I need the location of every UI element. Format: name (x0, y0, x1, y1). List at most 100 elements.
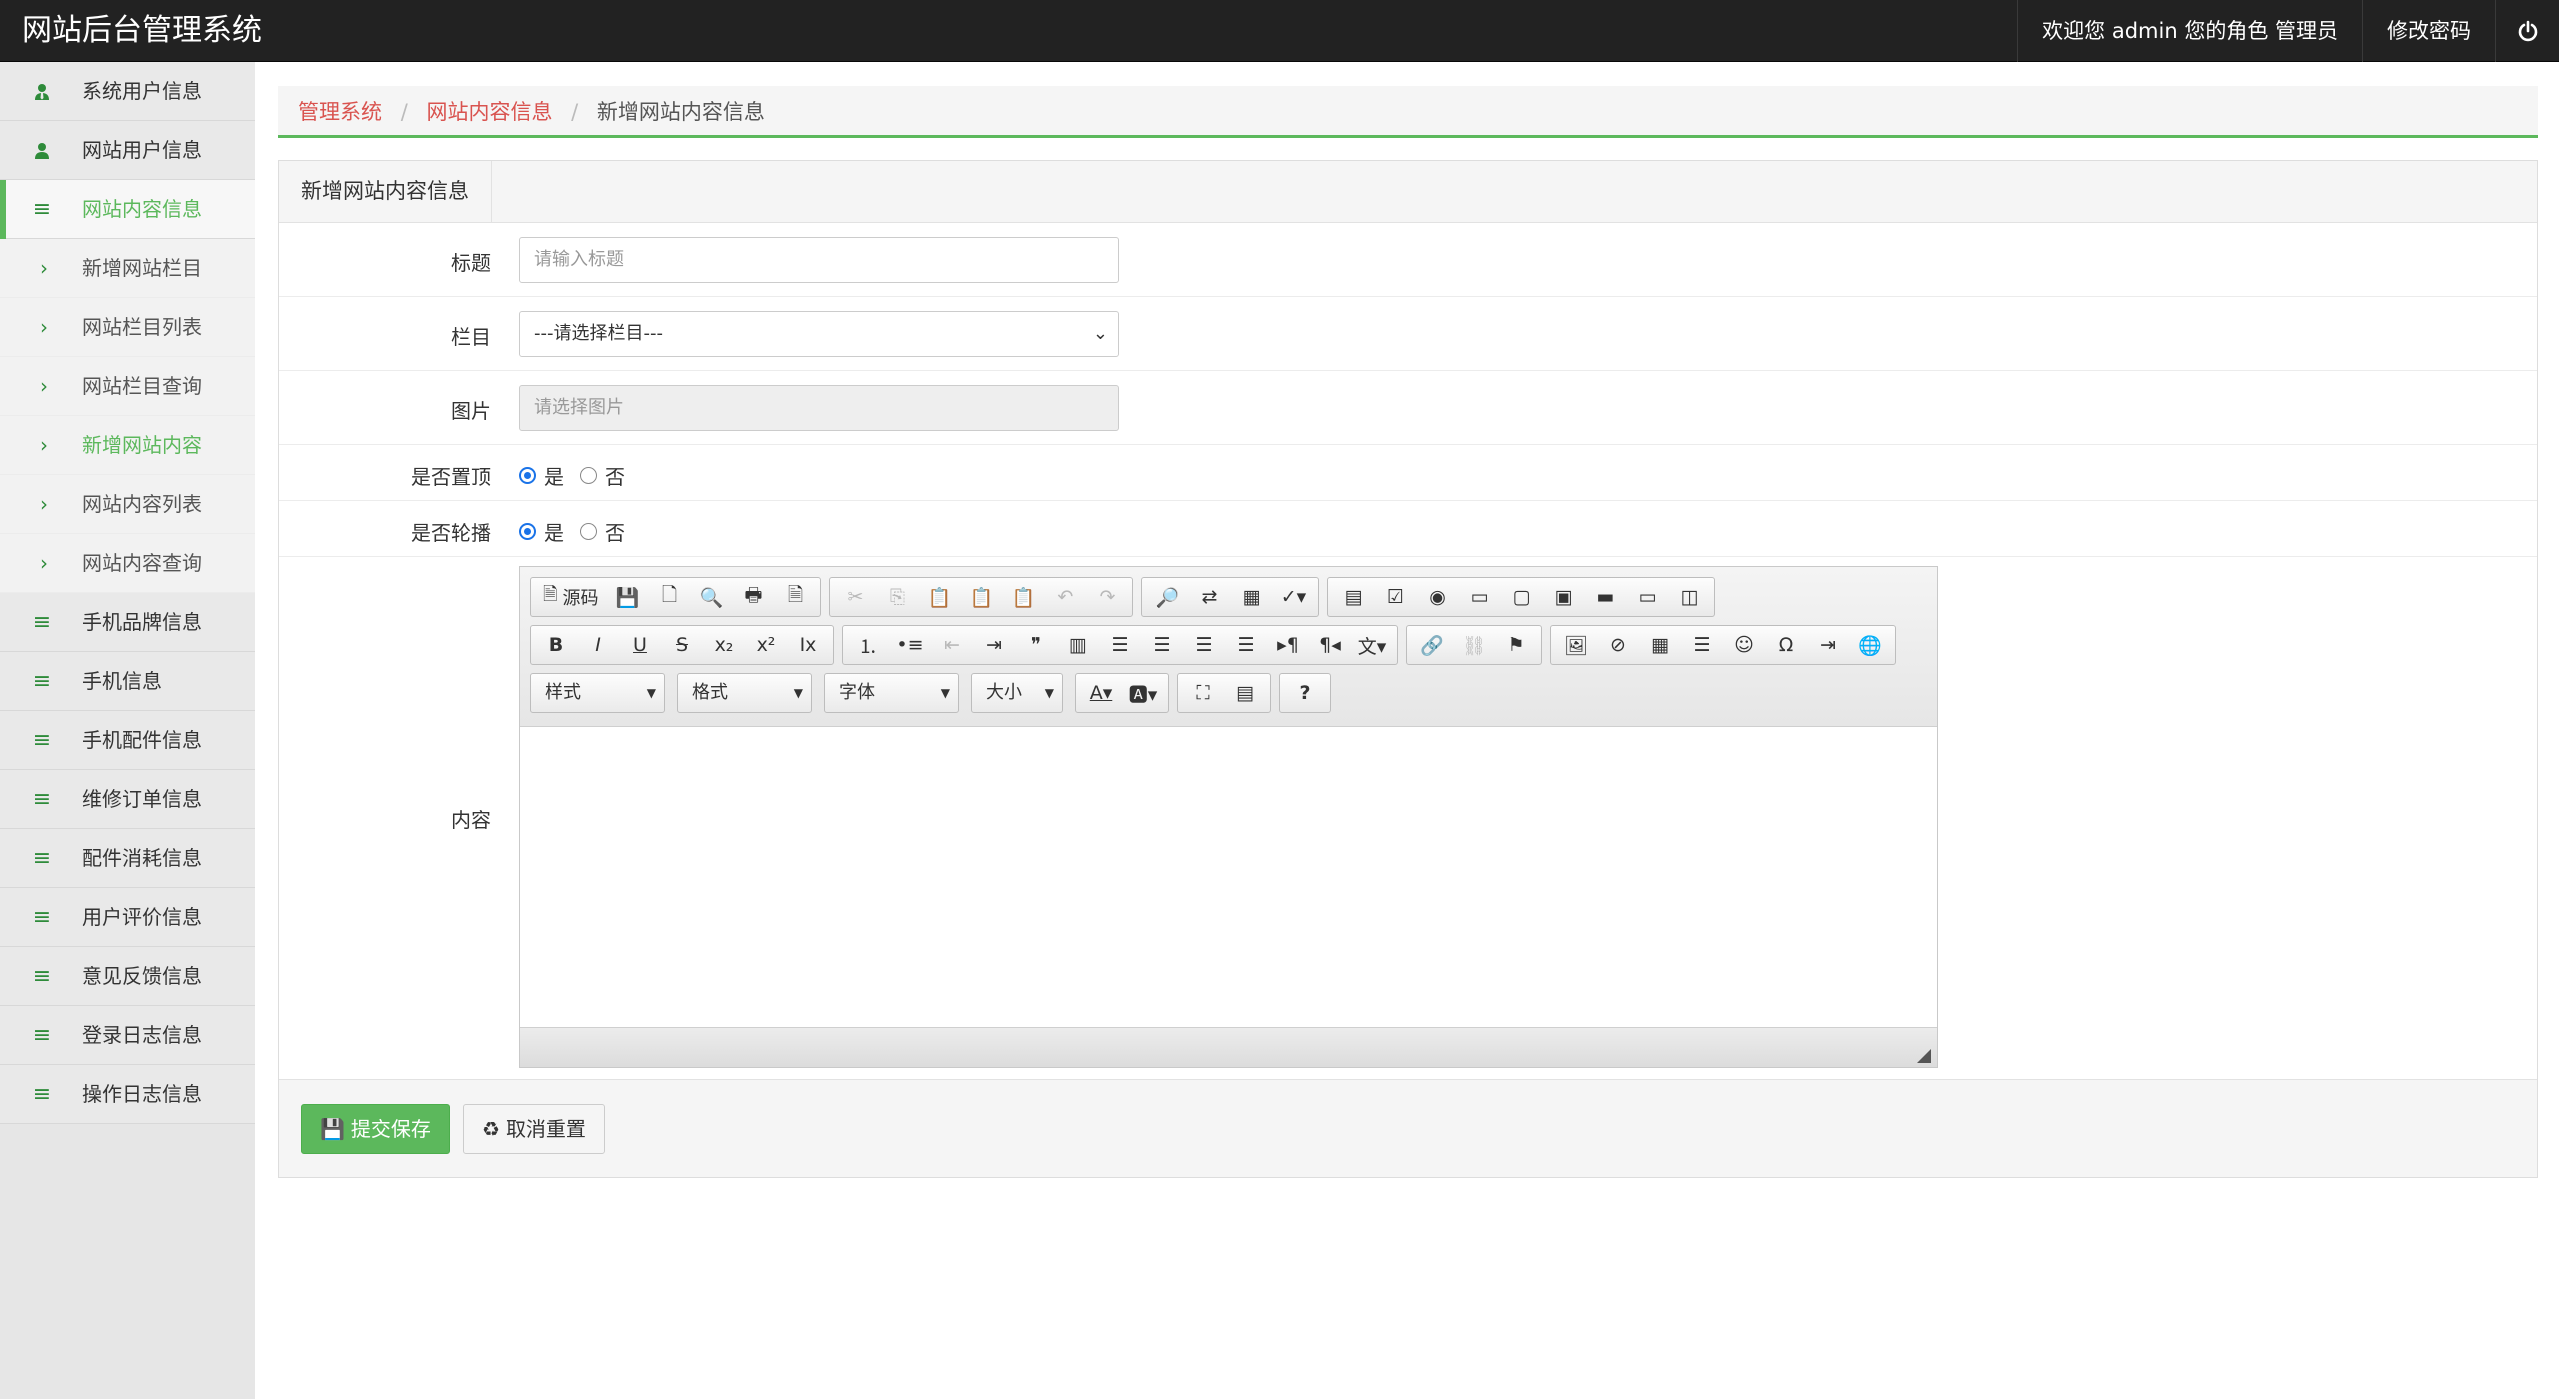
column-select[interactable]: ---请选择栏目--- ⌄ (519, 311, 1119, 357)
sidebar-item-phone-parts[interactable]: ≡ 手机配件信息 (0, 711, 255, 770)
sidebar-subitem-content-query[interactable]: › 网站内容查询 (0, 534, 255, 593)
copy-icon[interactable]: ⎘ (876, 579, 918, 615)
save-icon[interactable]: 💾 (606, 579, 648, 615)
align-right-icon[interactable]: ☰ (1183, 627, 1225, 663)
submit-save-button[interactable]: 💾 提交保存 (301, 1104, 450, 1154)
maximize-icon[interactable]: ⛶ (1182, 675, 1224, 711)
sidebar-subitem-column-query[interactable]: › 网站栏目查询 (0, 357, 255, 416)
button-field-icon[interactable]: ▬ (1584, 579, 1626, 615)
spellcheck-icon[interactable]: ✓▾ (1272, 579, 1314, 615)
rtl-icon[interactable]: ¶◂ (1309, 627, 1351, 663)
strike-icon[interactable]: S (661, 627, 703, 663)
carousel-no-radio[interactable] (580, 523, 597, 540)
font-combo[interactable]: 字体 ▼ (824, 673, 959, 713)
anchor-icon[interactable]: ⚑ (1495, 627, 1537, 663)
select-field-icon[interactable]: ▣ (1542, 579, 1584, 615)
underline-icon[interactable]: U (619, 627, 661, 663)
redo-icon[interactable]: ↷ (1086, 579, 1128, 615)
justify-icon[interactable]: ☰ (1225, 627, 1267, 663)
sidebar-item-system-user[interactable]: 系统用户信息 (0, 62, 255, 121)
editor-content-area[interactable] (520, 727, 1937, 1028)
sidebar-item-parts-consumption[interactable]: ≡ 配件消耗信息 (0, 829, 255, 888)
create-div-icon[interactable]: ▥ (1057, 627, 1099, 663)
smiley-icon[interactable]: ☺ (1723, 627, 1765, 663)
brand-title[interactable]: 网站后台管理系统 (22, 0, 262, 62)
sidebar-subitem-column-list[interactable]: › 网站栏目列表 (0, 298, 255, 357)
templates-icon[interactable]: 🗎 (774, 579, 816, 615)
text-color-icon[interactable]: A▾ (1080, 675, 1122, 711)
sidebar-item-phone-brand[interactable]: ≡ 手机品牌信息 (0, 593, 255, 652)
iframe-icon[interactable]: 🌐 (1849, 627, 1891, 663)
blockquote-icon[interactable]: ❞ (1015, 627, 1057, 663)
link-icon[interactable]: 🔗 (1411, 627, 1453, 663)
find-icon[interactable]: 🔎 (1146, 579, 1188, 615)
top-yes-radio[interactable] (519, 467, 536, 484)
indent-icon[interactable]: ⇥ (973, 627, 1015, 663)
textarea-icon[interactable]: ▢ (1500, 579, 1542, 615)
top-no-radio[interactable] (580, 467, 597, 484)
image-input[interactable]: 请选择图片 (519, 385, 1119, 431)
resize-grip-icon[interactable] (1917, 1049, 1931, 1063)
cancel-reset-button[interactable]: ♻ 取消重置 (463, 1104, 605, 1154)
bulleted-list-icon[interactable]: •≡ (889, 627, 931, 663)
sidebar-item-feedback[interactable]: ≡ 意见反馈信息 (0, 947, 255, 1006)
sidebar-subitem-add-content[interactable]: › 新增网站内容 (0, 416, 255, 475)
logout-button[interactable] (2495, 0, 2559, 62)
sidebar-item-site-content[interactable]: ≡ 网站内容信息 (0, 180, 255, 239)
flash-icon[interactable]: ⊘ (1597, 627, 1639, 663)
sidebar-item-repair-order[interactable]: ≡ 维修订单信息 (0, 770, 255, 829)
align-left-icon[interactable]: ☰ (1099, 627, 1141, 663)
subscript-icon[interactable]: x₂ (703, 627, 745, 663)
page-break-icon[interactable]: ⇥ (1807, 627, 1849, 663)
sidebar-subitem-content-list[interactable]: › 网站内容列表 (0, 475, 255, 534)
select-all-icon[interactable]: ▦ (1230, 579, 1272, 615)
bg-color-icon[interactable]: 🅰▾ (1122, 675, 1164, 711)
replace-icon[interactable]: ⇄ (1188, 579, 1230, 615)
textfield-icon[interactable]: ▭ (1458, 579, 1500, 615)
bold-icon[interactable]: B (535, 627, 577, 663)
paste-word-icon[interactable]: 📋 (1002, 579, 1044, 615)
breadcrumb-link-system[interactable]: 管理系统 (298, 100, 382, 124)
change-password-link[interactable]: 修改密码 (2362, 0, 2495, 62)
format-combo[interactable]: 格式 ▼ (677, 673, 812, 713)
paste-text-icon[interactable]: 📋 (960, 579, 1002, 615)
table-icon[interactable]: ▦ (1639, 627, 1681, 663)
checkbox-icon[interactable]: ☑ (1374, 579, 1416, 615)
remove-format-icon[interactable]: Ix (787, 627, 829, 663)
numbered-list-icon[interactable]: ⒈ (847, 627, 889, 663)
horizontal-rule-icon[interactable]: ☰ (1681, 627, 1723, 663)
styles-combo[interactable]: 样式 ▼ (530, 673, 665, 713)
cut-icon[interactable]: ✂ (834, 579, 876, 615)
italic-icon[interactable]: I (577, 627, 619, 663)
preview-icon[interactable]: 🔍 (690, 579, 732, 615)
superscript-icon[interactable]: x² (745, 627, 787, 663)
undo-icon[interactable]: ↶ (1044, 579, 1086, 615)
new-page-icon[interactable]: 🗋 (648, 579, 690, 615)
form-icon[interactable]: ▤ (1332, 579, 1374, 615)
size-combo[interactable]: 大小 ▼ (971, 673, 1063, 713)
source-button[interactable]: 🗎 源码 (535, 579, 606, 615)
title-input[interactable]: 请输入标题 (519, 237, 1119, 283)
radio-icon[interactable]: ◉ (1416, 579, 1458, 615)
help-icon[interactable]: ? (1284, 675, 1326, 711)
sidebar-subitem-add-column[interactable]: › 新增网站栏目 (0, 239, 255, 298)
align-center-icon[interactable]: ☰ (1141, 627, 1183, 663)
special-char-icon[interactable]: Ω (1765, 627, 1807, 663)
image-button-icon[interactable]: ▭ (1626, 579, 1668, 615)
outdent-icon[interactable]: ⇤ (931, 627, 973, 663)
sidebar-item-login-log[interactable]: ≡ 登录日志信息 (0, 1006, 255, 1065)
sidebar-item-user-review[interactable]: ≡ 用户评价信息 (0, 888, 255, 947)
sidebar-item-phone[interactable]: ≡ 手机信息 (0, 652, 255, 711)
sidebar-item-site-user[interactable]: 网站用户信息 (0, 121, 255, 180)
breadcrumb-link-content[interactable]: 网站内容信息 (426, 100, 552, 124)
show-blocks-icon[interactable]: ▤ (1224, 675, 1266, 711)
image-icon[interactable]: 🖼 (1555, 627, 1597, 663)
hidden-field-icon[interactable]: ◫ (1668, 579, 1710, 615)
carousel-yes-radio[interactable] (519, 523, 536, 540)
print-icon[interactable]: 🖶 (732, 579, 774, 615)
sidebar-item-operation-log[interactable]: ≡ 操作日志信息 (0, 1065, 255, 1124)
language-icon[interactable]: 文▾ (1351, 627, 1393, 663)
unlink-icon[interactable]: ⛓ (1453, 627, 1495, 663)
paste-icon[interactable]: 📋 (918, 579, 960, 615)
ltr-icon[interactable]: ▸¶ (1267, 627, 1309, 663)
